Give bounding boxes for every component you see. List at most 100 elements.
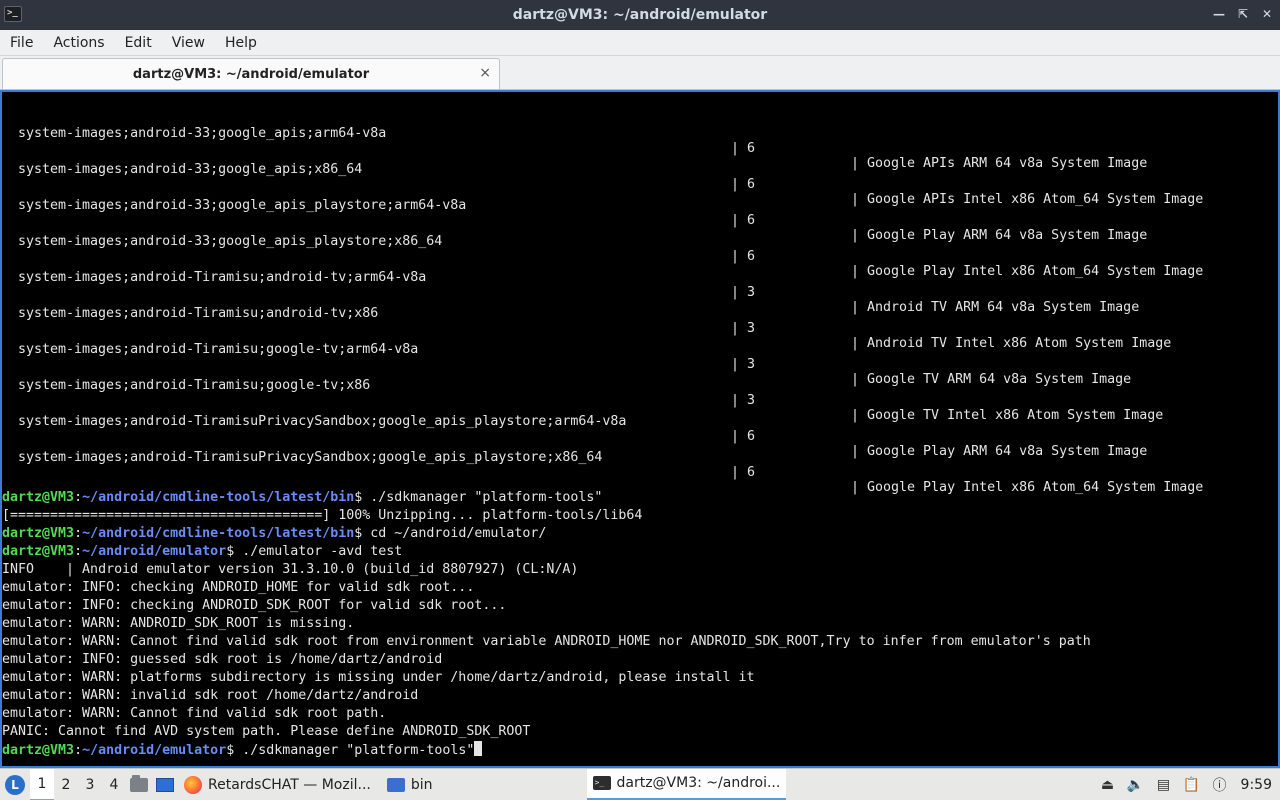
workspace-3[interactable]: 3 <box>78 769 102 800</box>
workspace-1[interactable]: 1 <box>30 768 54 800</box>
package-path: system-images;android-Tiramisu;android-t… <box>18 306 379 321</box>
command-line: dartz@VM3:~/android/cmdline-tools/latest… <box>2 525 546 543</box>
command-text: ./emulator -avd test <box>242 544 403 559</box>
package-row: system-images;android-33;google_apis_pla… <box>2 219 1278 279</box>
tab-terminal[interactable]: dartz@VM3: ~/android/emulator × <box>2 58 500 89</box>
command-line: dartz@VM3:~/android/cmdline-tools/latest… <box>2 489 602 507</box>
maximize-button[interactable]: ⇱ <box>1236 7 1250 21</box>
prompt-separator: : <box>74 490 83 505</box>
package-row: system-images;android-TiramisuPrivacySan… <box>2 399 1278 459</box>
show-desktop-button[interactable] <box>152 769 178 800</box>
command-text: cd ~/android/emulator/ <box>370 526 547 541</box>
output-line: emulator: INFO: checking ANDROID_HOME fo… <box>2 580 475 595</box>
prompt-path: ~/android/cmdline-tools/latest/bin <box>82 490 355 505</box>
package-row: system-images;android-Tiramisu;google-tv… <box>2 327 1278 387</box>
output-line: PANIC: Cannot find AVD system path. Plea… <box>2 724 531 739</box>
prompt-user: dartz@VM3 <box>2 526 75 541</box>
task-label: dartz@VM3: ~/androi... <box>616 775 781 791</box>
menu-view[interactable]: View <box>162 30 215 56</box>
display-icon[interactable]: ▤ <box>1155 776 1173 794</box>
menu-actions[interactable]: Actions <box>43 30 114 56</box>
package-path: system-images;android-33;google_apis_pla… <box>18 234 443 249</box>
window-title: dartz@VM3: ~/android/emulator <box>512 7 768 23</box>
prompt-path: ~/android/emulator <box>82 743 227 758</box>
minimize-button[interactable]: — <box>1212 7 1226 21</box>
output-line: emulator: INFO: guessed sdk root is /hom… <box>2 652 443 667</box>
folder-icon <box>386 777 405 792</box>
terminal-icon: >_ <box>4 6 22 22</box>
menu-edit[interactable]: Edit <box>115 30 162 56</box>
package-path: system-images;android-33;google_apis;x86… <box>18 162 363 177</box>
network-icon[interactable]: ⓘ <box>1211 776 1229 794</box>
menu-file[interactable]: File <box>0 30 43 56</box>
task-label: RetardsCHAT — Mozil... <box>208 776 371 793</box>
tab-label: dartz@VM3: ~/android/emulator <box>132 66 370 82</box>
lubuntu-logo-icon: L <box>5 774 25 795</box>
package-row: system-images;android-33;google_apis_pla… <box>2 183 1278 243</box>
output-line: emulator: WARN: platforms subdirectory i… <box>2 670 755 685</box>
eject-icon[interactable]: ⏏ <box>1099 776 1117 794</box>
output-line: emulator: INFO: checking ANDROID_SDK_ROO… <box>2 598 507 613</box>
package-row: system-images;android-33;google_apis;x86… <box>2 147 1278 207</box>
package-path: system-images;android-Tiramisu;google-tv… <box>18 342 419 357</box>
tab-bar: dartz@VM3: ~/android/emulator × <box>0 56 1280 90</box>
package-path: system-images;android-33;google_apis_pla… <box>18 198 467 213</box>
system-tray: ⏏ 🔈 ▤ 📋 ⓘ 9:59 <box>1099 769 1280 800</box>
prompt-separator: : <box>74 526 83 541</box>
package-path: system-images;android-33;google_apis;arm… <box>18 126 387 141</box>
firefox-icon <box>184 775 202 794</box>
prompt-dollar: $ <box>354 526 371 541</box>
output-line: INFO | Android emulator version 31.3.10.… <box>2 562 579 577</box>
taskbar: L 1 2 3 4 RetardsCHAT — Mozil... bin >_ … <box>0 768 1280 800</box>
desktop-icon <box>156 777 174 792</box>
package-row: system-images;android-TiramisuPrivacySan… <box>2 435 1278 495</box>
prompt-user: dartz@VM3 <box>2 490 75 505</box>
prompt-separator: : <box>74 743 83 758</box>
prompt-separator: : <box>74 544 83 559</box>
prompt-path: ~/android/cmdline-tools/latest/bin <box>82 526 355 541</box>
task-terminal[interactable]: >_ dartz@VM3: ~/androi... <box>586 768 787 800</box>
prompt-dollar: $ <box>226 544 243 559</box>
task-bin-folder[interactable]: bin <box>381 769 439 800</box>
output-line: emulator: WARN: Cannot find valid sdk ro… <box>2 706 387 721</box>
package-path: system-images;android-TiramisuPrivacySan… <box>18 414 627 429</box>
task-label: bin <box>410 776 433 793</box>
package-row: system-images;android-Tiramisu;google-tv… <box>2 363 1278 423</box>
clipboard-icon[interactable]: 📋 <box>1183 776 1201 794</box>
package-row: system-images;android-33;google_apis;arm… <box>2 111 1278 171</box>
close-tab-icon[interactable]: × <box>479 65 491 81</box>
workspace-4[interactable]: 4 <box>102 769 126 800</box>
window-controls: — ⇱ ✕ <box>1212 7 1274 21</box>
terminal-view[interactable]: system-images;android-33;google_apis;arm… <box>0 90 1280 768</box>
prompt-user: dartz@VM3 <box>2 544 75 559</box>
package-path: system-images;android-Tiramisu;google-tv… <box>18 378 371 393</box>
command-input-text[interactable]: ./sdkmanager "platform-tools" <box>242 743 474 758</box>
window-titlebar[interactable]: >_ dartz@VM3: ~/android/emulator — ⇱ ✕ <box>0 0 1280 30</box>
prompt-dollar: $ <box>226 743 243 758</box>
menu-help[interactable]: Help <box>215 30 267 56</box>
file-manager-icon <box>130 774 148 792</box>
prompt-user: dartz@VM3 <box>2 743 75 758</box>
command-text: ./sdkmanager "platform-tools" <box>370 490 603 505</box>
package-version: | 6 <box>731 465 756 480</box>
output-line: emulator: WARN: Cannot find valid sdk ro… <box>2 634 1091 649</box>
clock[interactable]: 9:59 <box>1241 777 1272 793</box>
task-firefox[interactable]: RetardsCHAT — Mozil... <box>178 769 377 800</box>
file-manager-launcher[interactable] <box>126 769 152 800</box>
package-row: system-images;android-Tiramisu;android-t… <box>2 255 1278 315</box>
close-button[interactable]: ✕ <box>1260 7 1274 21</box>
package-path: system-images;android-Tiramisu;android-t… <box>18 270 427 285</box>
current-command-line[interactable]: dartz@VM3:~/android/emulator$ ./sdkmanag… <box>2 741 483 759</box>
workspace-2[interactable]: 2 <box>54 769 78 800</box>
package-description: | Google Play Intel x86 Atom_64 System I… <box>851 480 1204 495</box>
prompt-dollar: $ <box>354 490 371 505</box>
start-menu-button[interactable]: L <box>0 769 30 800</box>
progress-line: [=======================================… <box>2 508 643 523</box>
volume-icon[interactable]: 🔈 <box>1127 776 1145 794</box>
menu-bar: File Actions Edit View Help <box>0 30 1280 56</box>
package-row: system-images;android-Tiramisu;android-t… <box>2 291 1278 351</box>
terminal-icon: >_ <box>592 776 611 790</box>
prompt-path: ~/android/emulator <box>82 544 227 559</box>
package-path: system-images;android-TiramisuPrivacySan… <box>18 450 603 465</box>
output-line: emulator: WARN: invalid sdk root /home/d… <box>2 688 419 703</box>
